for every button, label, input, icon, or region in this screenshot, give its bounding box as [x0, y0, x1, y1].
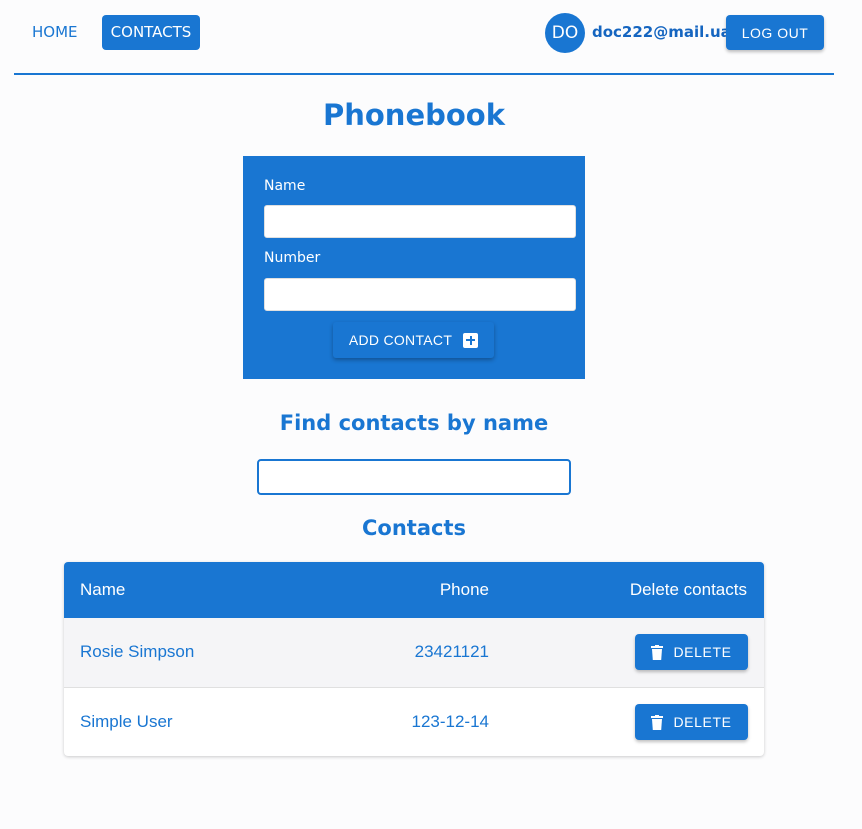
app-header: HOME CONTACTS DO doc222@mail.ua LOG OUT	[14, 0, 834, 75]
page-title: Phonebook	[322, 98, 506, 132]
column-header-phone: Phone	[439, 580, 489, 599]
nav-home-link[interactable]: HOME	[22, 15, 88, 50]
delete-contact-button[interactable]: DELETE	[635, 634, 748, 670]
trash-icon	[651, 644, 664, 660]
user-email: doc222@mail.ua	[592, 23, 731, 41]
add-contact-button[interactable]: ADD CONTACT	[333, 322, 494, 358]
trash-icon	[651, 714, 664, 730]
filter-title: Find contacts by name	[279, 411, 549, 435]
filter-input[interactable]	[257, 459, 571, 495]
contacts-title: Contacts	[362, 516, 466, 540]
contact-phone: 123-12-14	[411, 712, 489, 731]
number-input[interactable]	[264, 278, 576, 311]
column-header-delete: Delete contacts	[629, 580, 747, 599]
add-box-icon	[463, 332, 479, 348]
delete-contact-button[interactable]: DELETE	[635, 704, 748, 740]
table-header: Name Phone Delete contacts	[64, 562, 764, 618]
contact-phone: 23421121	[414, 642, 489, 661]
logout-button[interactable]: LOG OUT	[726, 15, 824, 50]
nav-contacts-link[interactable]: CONTACTS	[102, 15, 200, 50]
contacts-table: Name Phone Delete contacts Rosie Simpson…	[64, 562, 764, 756]
table-row: Simple User 123-12-14 DELETE	[64, 687, 764, 756]
add-contact-label: ADD CONTACT	[348, 332, 453, 348]
delete-label: DELETE	[673, 644, 732, 660]
add-contact-form: Name Number ADD CONTACT	[243, 156, 585, 379]
contact-name: Simple User	[80, 712, 173, 731]
delete-label: DELETE	[673, 714, 732, 730]
number-label: Number	[264, 250, 321, 266]
table-row: Rosie Simpson 23421121 DELETE	[64, 618, 764, 687]
contact-name: Rosie Simpson	[80, 642, 195, 661]
name-label: Name	[264, 178, 306, 194]
name-input[interactable]	[264, 205, 576, 238]
column-header-name: Name	[80, 580, 126, 599]
avatar: DO	[545, 13, 585, 53]
